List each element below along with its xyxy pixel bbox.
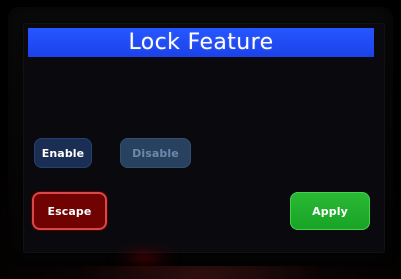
escape-button-label: Escape	[47, 204, 92, 218]
screen-reflection	[110, 240, 180, 275]
disable-button[interactable]: Disable	[120, 138, 191, 168]
escape-button[interactable]: Escape	[32, 192, 107, 230]
apply-button-label: Apply	[312, 204, 348, 218]
page-title-bar: Lock Feature	[28, 28, 374, 57]
device-screen-frame: Lock Feature Enable Disable Escape Apply	[0, 0, 401, 279]
display-panel: Lock Feature Enable Disable Escape Apply	[24, 24, 384, 252]
page-title: Lock Feature	[128, 30, 274, 55]
enable-button[interactable]: Enable	[34, 138, 92, 168]
enable-button-label: Enable	[41, 146, 85, 160]
apply-button[interactable]: Apply	[290, 192, 370, 230]
disable-button-label: Disable	[132, 146, 179, 160]
